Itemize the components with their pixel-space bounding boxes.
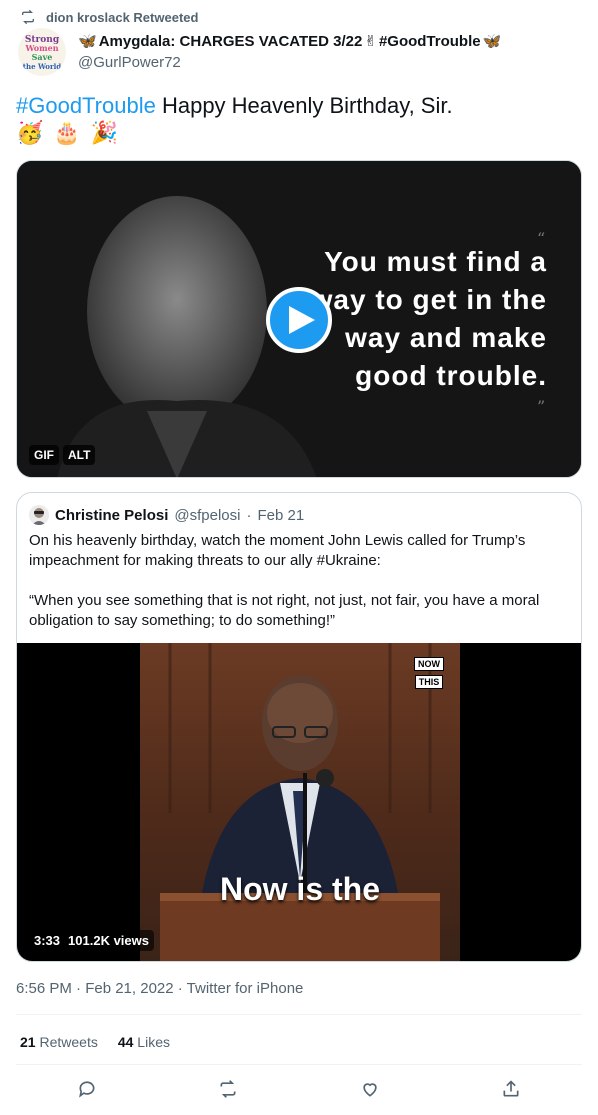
heart-icon: [363, 1083, 377, 1097]
quote-line: You must find a: [324, 246, 547, 277]
author-name-suffix: #GoodTrouble: [378, 32, 481, 50]
quoted-author-name: Christine Pelosi: [55, 506, 169, 524]
play-icon: [289, 306, 315, 334]
video-duration: 3:33: [34, 933, 61, 948]
video-frame: NOW THIS Now is the: [140, 643, 460, 961]
butterfly-icon: 🦋: [482, 33, 502, 50]
author-avatar[interactable]: Strong Women Save the World: [18, 28, 66, 76]
author-name-row[interactable]: 🦋 Amygdala: CHARGES VACATED 3/22 ✌ #Good…: [78, 32, 502, 51]
likes-stat[interactable]: 44 Likes: [118, 1034, 170, 1050]
retweet-banner-text: dion kroslack Retweeted: [46, 9, 199, 25]
retweet-button[interactable]: [217, 1078, 239, 1100]
victory-hand-icon: ✌: [364, 33, 377, 50]
quoted-date[interactable]: Feb 21: [257, 507, 304, 524]
hashtag-link[interactable]: #GoodTrouble: [16, 93, 156, 118]
gif-badge: GIF: [29, 445, 59, 465]
retweets-label: Retweets: [39, 1034, 98, 1050]
video-views: 101.2K views: [68, 933, 149, 948]
tweet-timestamp[interactable]: 6:56 PM · Feb 21, 2022 · Twitter for iPh…: [16, 980, 303, 997]
logo-text: THIS: [414, 675, 444, 689]
logo-text: NOW: [414, 657, 444, 671]
separator-dot: ·: [246, 506, 252, 524]
quote-line: way and make: [345, 322, 547, 353]
quoted-tweet[interactable]: Christine Pelosi @sfpelosi · Feb 21 On h…: [16, 492, 582, 962]
retweet-banner[interactable]: dion kroslack Retweeted: [20, 8, 198, 26]
svg-text:Save: Save: [32, 52, 53, 62]
quoted-tweet-body: On his heavenly birthday, watch the mome…: [29, 531, 569, 651]
nowthis-logo: NOW THIS: [414, 657, 444, 689]
quote-line: way to get in the: [310, 284, 547, 315]
quoted-author-avatar: [29, 505, 49, 525]
share-icon: [503, 1080, 519, 1097]
divider: [16, 1014, 582, 1015]
reply-button[interactable]: [76, 1078, 98, 1100]
party-popper-emoji: 🎉: [90, 120, 119, 145]
author-block[interactable]: 🦋 Amygdala: CHARGES VACATED 3/22 ✌ #Good…: [78, 32, 502, 72]
quote-line: good trouble.: [355, 360, 547, 391]
butterfly-icon: 🦋: [78, 33, 97, 50]
engagement-stats: 21 Retweets 44 Likes: [20, 1034, 170, 1050]
gif-media[interactable]: “ You must find a way to get in the way …: [16, 160, 582, 478]
retweet-icon: [220, 1080, 236, 1098]
tweet-body: Happy Heavenly Birthday, Sir.: [155, 93, 453, 118]
media-badges: GIF ALT: [29, 445, 96, 465]
play-button[interactable]: [266, 287, 332, 353]
close-quote-mark: ”: [537, 397, 546, 416]
action-bar: [16, 1078, 582, 1100]
quoted-paragraph: On his heavenly birthday, watch the mome…: [29, 532, 526, 569]
alt-badge[interactable]: ALT: [63, 445, 96, 465]
birthday-cake-emoji: 🎂: [53, 120, 81, 145]
partying-face-emoji: 🥳: [16, 120, 44, 145]
retweets-count: 21: [20, 1034, 36, 1050]
like-button[interactable]: [359, 1078, 381, 1100]
video-stats: 3:33 101.2K views: [29, 930, 154, 951]
reply-icon: [78, 1081, 95, 1098]
video-caption: Now is the: [219, 871, 380, 907]
svg-text:the World: the World: [23, 62, 62, 71]
tweet-text: #GoodTrouble Happy Heavenly Birthday, Si…: [16, 92, 576, 120]
video-player[interactable]: NOW THIS Now is the 3:33 101.2K views: [17, 643, 581, 961]
quoted-paragraph: “When you see something that is not righ…: [29, 592, 540, 629]
author-handle: @GurlPower72: [78, 54, 181, 71]
likes-label: Likes: [137, 1034, 170, 1050]
share-button[interactable]: [500, 1078, 522, 1100]
emoji-row: 🥳 🎂 🎉: [16, 120, 118, 146]
retweet-icon: [22, 9, 34, 25]
retweets-stat[interactable]: 21 Retweets: [20, 1034, 98, 1050]
divider: [16, 1064, 582, 1065]
quoted-tweet-header: Christine Pelosi @sfpelosi · Feb 21: [29, 505, 304, 525]
likes-count: 44: [117, 1034, 134, 1050]
author-name: Amygdala: CHARGES VACATED 3/22: [98, 32, 363, 50]
quoted-author-handle: @sfpelosi: [174, 506, 241, 524]
gif-quote-text: You must find a way to get in the way an…: [297, 243, 547, 395]
